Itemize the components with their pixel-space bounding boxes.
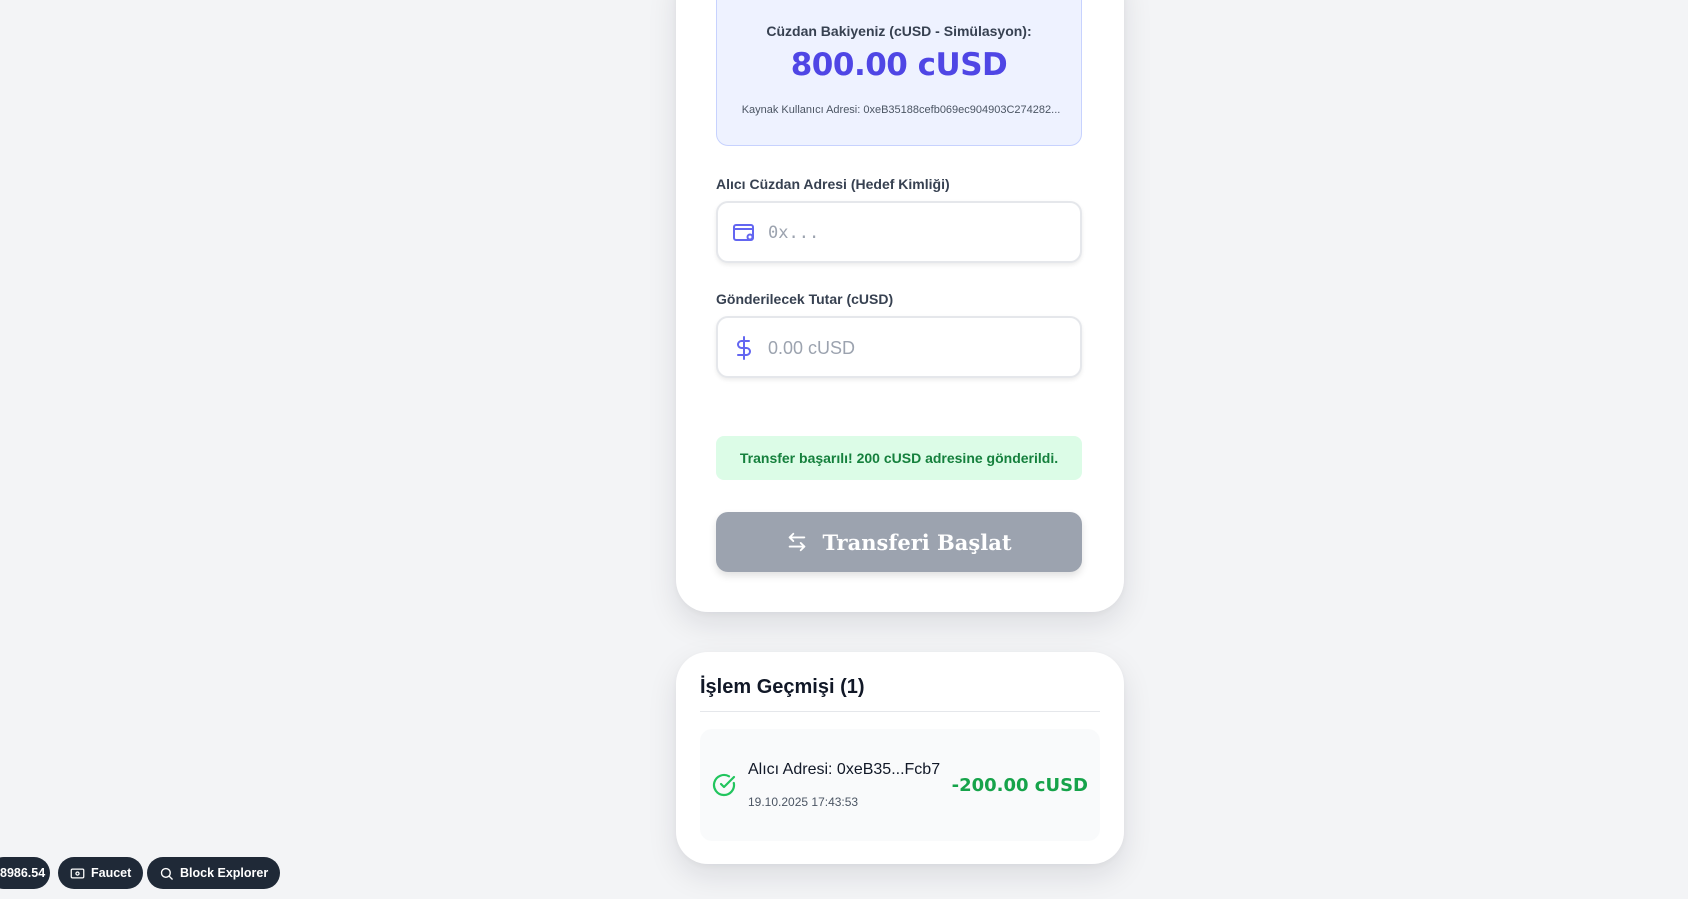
success-message: Transfer başarılı! 200 cUSD adresine gön…	[716, 436, 1082, 480]
balance-chip-value: 8986.54	[0, 866, 46, 880]
history-amount: -200.00 cUSD	[951, 775, 1088, 796]
check-circle-icon	[712, 773, 736, 797]
history-card: İşlem Geçmişi (1) Alıcı Adresi: 0xeB35..…	[676, 652, 1124, 864]
transfer-card: Cüzdan Bakiyeniz (cUSD - Simülasyon): 80…	[676, 0, 1124, 612]
history-recipient-address: Alıcı Adresi: 0xeB35...Fcb7	[748, 761, 941, 778]
balance-amount: 800.00 cUSD	[790, 47, 1008, 83]
balance-chip[interactable]: 8986.54	[0, 857, 50, 889]
history-timestamp: 19.10.2025 17:43:53	[748, 795, 859, 809]
amount-label: Gönderilecek Tutar (cUSD)	[716, 291, 894, 307]
cash-icon	[70, 868, 85, 878]
recipient-field[interactable]	[716, 201, 1082, 263]
transfer-arrows-icon	[789, 532, 806, 552]
faucet-button[interactable]: Faucet	[58, 857, 144, 889]
balance-caption: Cüzdan Bakiyeniz (cUSD - Simülasyon):	[766, 23, 1032, 39]
block-explorer-button[interactable]: Block Explorer	[147, 857, 281, 889]
dollar-icon	[737, 336, 751, 360]
recipient-label: Alıcı Cüzdan Adresi (Hedef Kimliği)	[716, 176, 950, 192]
history-divider	[700, 711, 1100, 712]
history-title: İşlem Geçmişi (1)	[700, 676, 865, 698]
history-row: Alıcı Adresi: 0xeB35...Fcb7 19.10.2025 1…	[700, 729, 1100, 841]
faucet-label: Faucet	[91, 866, 132, 880]
start-transfer-button[interactable]: Transferi Başlat	[716, 512, 1082, 572]
start-transfer-label: Transferi Başlat	[822, 529, 1012, 555]
block-explorer-label: Block Explorer	[180, 866, 269, 880]
source-address: Kaynak Kullanıcı Adresi: 0xeB35188cefb06…	[741, 104, 1061, 116]
wallet-icon	[733, 224, 754, 241]
amount-field[interactable]	[716, 316, 1082, 378]
recipient-input[interactable]	[766, 213, 1070, 253]
balance-box: Cüzdan Bakiyeniz (cUSD - Simülasyon): 80…	[716, 0, 1082, 146]
search-icon	[160, 867, 173, 880]
amount-input[interactable]	[766, 328, 1070, 368]
